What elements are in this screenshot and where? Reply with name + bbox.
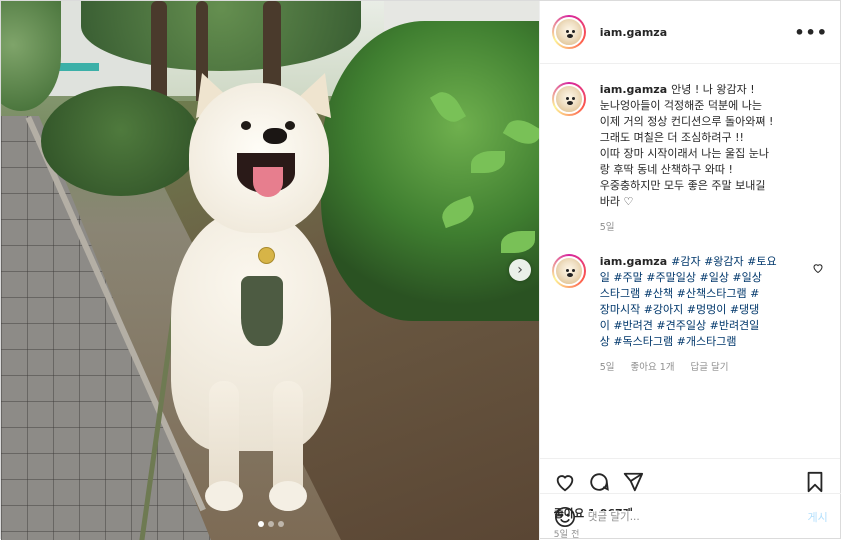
- caption-line: 안녕 ! 나 왕감자 !: [671, 83, 755, 96]
- comment-meta: 5일 좋아요 1개 답글 달기: [600, 360, 812, 376]
- caption-username[interactable]: iam.gamza: [600, 83, 667, 96]
- hashtag-line[interactable]: 일 #주말 #주말일상 #일상 #일상: [600, 270, 812, 286]
- smiley-icon[interactable]: [554, 506, 576, 528]
- caption-meta: 5일: [600, 220, 812, 236]
- dog-eye: [285, 121, 295, 130]
- dog-nose: [263, 128, 287, 144]
- caption-line: 이따 장마 시작이래서 나는 울집 눈나: [599, 147, 770, 160]
- comment: iam.gamza #감자 #왕감자 #토요 일 #주말 #주말일상 #일상 #일…: [551, 254, 826, 376]
- dog-harness: [241, 276, 283, 346]
- caption: iam.gamza 안녕 ! 나 왕감자 ! 눈나엉아들이 걱정해준 덕분에 나는…: [551, 82, 826, 236]
- comment-like-heart-icon[interactable]: [812, 262, 824, 274]
- bookmark-icon[interactable]: [804, 471, 826, 493]
- avatar[interactable]: [551, 254, 586, 288]
- caption-body: iam.gamza 안녕 ! 나 왕감자 ! 눈나엉아들이 걱정해준 덕분에 나는…: [600, 82, 812, 236]
- hashtag-line[interactable]: 상 #독스타그램 #개스타그램: [600, 334, 812, 350]
- caption-line: 이제 거의 정상 컨디션으루 돌아와쪄 !: [599, 115, 774, 128]
- caption-line: 바라 ♡: [599, 195, 634, 208]
- comment-icon[interactable]: [588, 471, 610, 493]
- photo-plants: [321, 21, 539, 321]
- hashtag-line[interactable]: 이 #반려견 #견주일상 #반려견일: [600, 318, 812, 334]
- avatar[interactable]: [551, 82, 586, 116]
- dog-tag: [258, 247, 275, 264]
- comment-time[interactable]: 5일: [600, 360, 615, 376]
- caption-line: 랑 후딱 동네 산책하구 와따 !: [599, 163, 733, 176]
- post-side-panel: iam.gamza ••• iam.gamza 안녕 ! 나 왕감자 ! 눈나엉아…: [538, 1, 841, 540]
- caption-line: 눈나엉아들이 걱정해준 덕분에 나는: [599, 99, 763, 112]
- dog-eye: [241, 121, 251, 130]
- caption-time[interactable]: 5일: [600, 220, 615, 236]
- instagram-post: › iam.gamza ••• iam.gamza 안녕 ! 나 왕감자 ! 눈나…: [0, 0, 841, 540]
- avatar-image: [553, 84, 584, 114]
- avatar[interactable]: [551, 15, 586, 49]
- carousel-dot: [268, 521, 274, 527]
- heart-icon[interactable]: [554, 471, 576, 493]
- dog-tongue: [253, 167, 283, 197]
- avatar-image: [553, 17, 584, 47]
- comment-body: iam.gamza #감자 #왕감자 #토요 일 #주말 #주말일상 #일상 #일…: [600, 254, 812, 376]
- add-comment-bar: 게시: [539, 493, 841, 540]
- next-image-button[interactable]: ›: [509, 259, 531, 281]
- dog-paw: [269, 481, 307, 511]
- carousel-dot-active: [258, 521, 264, 527]
- carousel-indicator: [258, 521, 284, 527]
- hashtag-line[interactable]: #감자 #왕감자 #토요: [671, 255, 776, 268]
- chevron-right-icon: ›: [517, 262, 523, 278]
- comments-section: iam.gamza 안녕 ! 나 왕감자 ! 눈나엉아들이 걱정해준 덕분에 나는…: [540, 64, 840, 458]
- avatar-image: [553, 256, 584, 286]
- photo-shrubs: [41, 86, 201, 196]
- comment-likes[interactable]: 좋아요 1개: [631, 360, 675, 376]
- carousel-dot: [278, 521, 284, 527]
- caption-line: 그래도 며칠은 더 조심하려구 !!: [599, 131, 744, 144]
- header-username[interactable]: iam.gamza: [600, 26, 667, 39]
- hashtag-line[interactable]: 장마시작 #강아지 #멍멍이 #댕댕: [600, 302, 812, 318]
- comment-input[interactable]: [587, 511, 808, 523]
- comment-username[interactable]: iam.gamza: [600, 255, 667, 268]
- ellipsis-icon[interactable]: •••: [794, 23, 828, 42]
- caption-line: 우중충하지만 모두 좋은 주말 보내길: [599, 179, 766, 192]
- post-photo[interactable]: ›: [1, 1, 539, 540]
- dog-paw: [205, 481, 243, 511]
- paper-plane-icon[interactable]: [622, 471, 644, 493]
- reply-button[interactable]: 답글 달기: [691, 360, 729, 376]
- post-comment-button[interactable]: 게시: [807, 509, 827, 525]
- post-header: iam.gamza •••: [539, 1, 840, 64]
- hashtag-line[interactable]: 스타그램 #산책 #산책스타그램 #: [600, 286, 812, 302]
